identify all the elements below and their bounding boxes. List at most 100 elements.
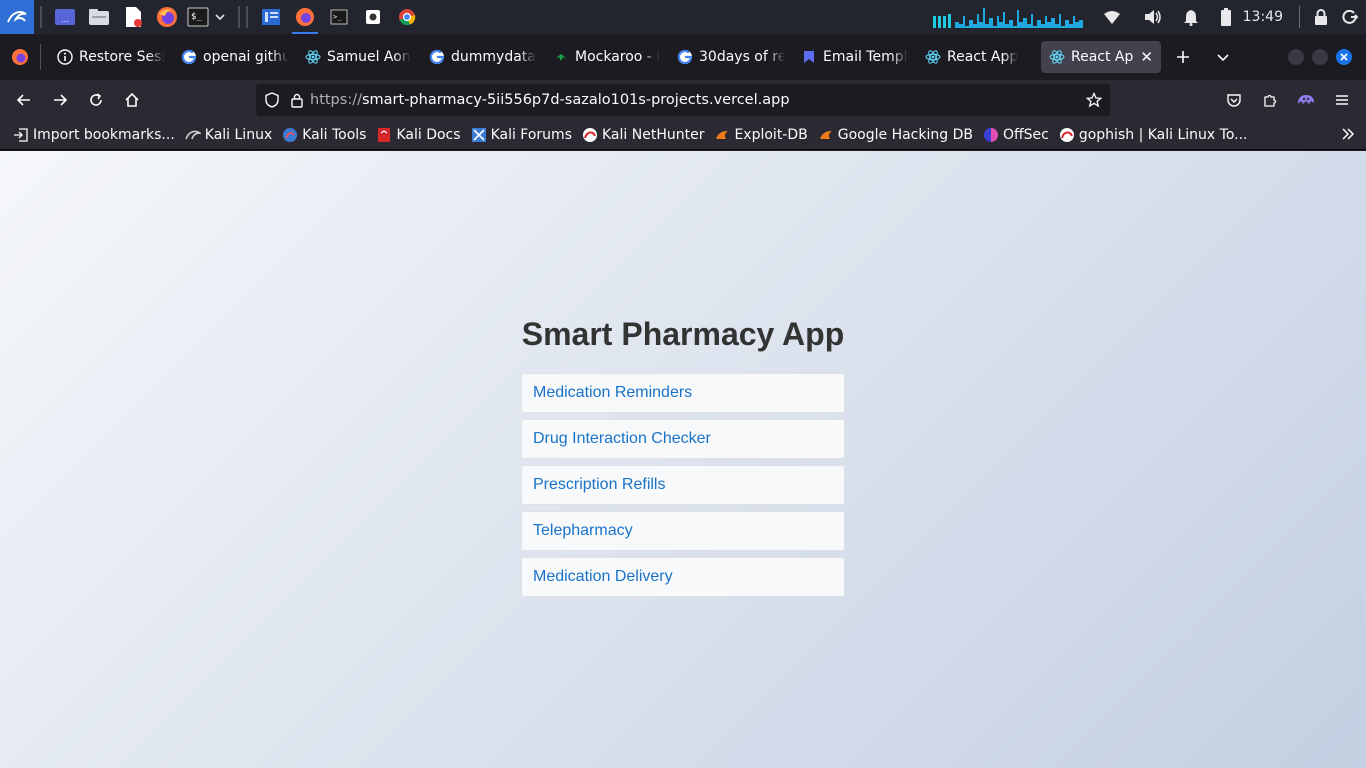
bookmark-label: OffSec [1002,126,1049,143]
window-screenshot-tool[interactable] [356,0,390,34]
lock-screen-button[interactable] [1314,9,1328,25]
window-controls [1284,49,1356,65]
back-button[interactable] [6,84,42,116]
logout-button[interactable] [1342,9,1358,25]
react-icon [1049,49,1065,65]
plus-icon [1177,51,1189,63]
home-icon [125,92,139,107]
firefox-launcher-button[interactable] [150,0,184,34]
bookmark-gophish[interactable]: gophish | Kali Linux To... [1054,123,1253,147]
list-all-tabs-button[interactable] [1207,41,1239,73]
notifications-indicator[interactable] [1183,8,1199,26]
telepharmacy-link[interactable]: Telepharmacy [533,522,633,540]
taskbar-separator [40,6,42,28]
hamburger-menu-icon [1336,95,1348,105]
kali-dragon-icon [7,11,27,23]
drug-interaction-checker-link[interactable]: Drug Interaction Checker [533,430,711,448]
window-firefox[interactable] [288,0,322,34]
arrow-left-icon [16,94,30,106]
reload-button[interactable] [78,84,114,116]
cpu-graph-widget[interactable] [932,4,1085,30]
tab-samuel-aon[interactable]: Samuel Aon [297,41,421,73]
close-window-button[interactable] [1336,49,1352,65]
tab-30days-of-react[interactable]: 30days of re [669,41,793,73]
kali-menu-button[interactable] [0,0,34,34]
bookmark-google-hacking-db[interactable]: Google Hacking DB [813,123,978,147]
wifi-indicator[interactable] [1103,9,1121,25]
bookmark-label: Import bookmarks... [33,126,175,143]
bookmark-label: Kali Linux [204,126,273,143]
new-tab-button[interactable] [1167,41,1199,73]
tracking-protection-icon[interactable] [264,92,280,108]
feature-item-telepharmacy: Telepharmacy [521,511,845,551]
google-icon [677,49,693,65]
bookmark-import[interactable]: Import bookmarks... [8,123,180,147]
svg-text:>_: >_ [333,13,342,21]
text-editor-button[interactable] [116,0,150,34]
bookmark-kali-docs[interactable]: Kali Docs [371,123,465,147]
extensions-button[interactable] [1252,84,1288,116]
firefox-icon [296,8,314,26]
react-icon [925,49,941,65]
account-button[interactable] [1288,84,1324,116]
firefox-view-button[interactable] [0,41,40,73]
bookmark-kali-linux[interactable]: Kali Linux [180,123,277,147]
close-icon [1340,53,1348,61]
lock-icon[interactable] [290,92,304,108]
feature-list: Medication Reminders Drug Interaction Ch… [521,373,845,603]
tab-openai-github[interactable]: openai githu [173,41,297,73]
url-scheme: https:// [310,92,362,108]
email-template-icon [801,49,817,65]
bookmark-kali-nethunter[interactable]: Kali NetHunter [577,123,709,147]
workspace-switcher-button[interactable]: ... [48,0,82,34]
app-menu-button[interactable] [1324,84,1360,116]
home-button[interactable] [114,84,150,116]
address-bar[interactable]: https://smart-pharmacy-5ii556p7d-sazalo1… [256,84,1110,116]
bookmark-kali-tools[interactable]: Kali Tools [277,123,371,147]
clock[interactable]: 13:49 [1243,9,1283,25]
launcher-dropdown-button[interactable] [212,0,228,34]
forward-button[interactable] [42,84,78,116]
more-bookmarks-button[interactable] [1340,126,1356,142]
bookmark-kali-forums[interactable]: Kali Forums [466,123,577,147]
tab-mockaroo[interactable]: Mockaroo - I [545,41,669,73]
bookmark-label: gophish | Kali Linux To... [1078,126,1248,143]
tab-react-app-active[interactable]: React App ✕ [1041,41,1161,73]
medication-reminders-link[interactable]: Medication Reminders [533,384,692,402]
system-taskbar: ... $_ >_ 13:49 [0,0,1366,34]
feature-item-medication-delivery: Medication Delivery [521,557,845,597]
tab-react-app[interactable]: React App [917,41,1041,73]
window-panel-app[interactable] [254,0,288,34]
bookmark-offsec[interactable]: OffSec [978,123,1054,147]
volume-indicator[interactable] [1143,8,1163,26]
url-host: smart-pharmacy-5ii556p7d-sazalo101s-proj… [361,92,790,108]
tab-restore-session[interactable]: Restore Sess [49,41,173,73]
firefox-icon [12,49,28,65]
window-chrome[interactable] [390,0,424,34]
tab-dummydata[interactable]: dummydata [421,41,545,73]
medication-delivery-link[interactable]: Medication Delivery [533,568,673,586]
battery-indicator[interactable] [1220,8,1231,26]
url-text[interactable]: https://smart-pharmacy-5ii556p7d-sazalo1… [310,92,790,108]
feature-item-prescription-refills: Prescription Refills [521,465,845,505]
bookmark-star-icon[interactable] [1086,92,1102,108]
window-terminal[interactable]: >_ [322,0,356,34]
tab-email-templates[interactable]: Email Templ [793,41,917,73]
pocket-button[interactable] [1216,84,1252,116]
minimize-button[interactable] [1288,49,1304,65]
close-tab-icon[interactable]: ✕ [1140,48,1153,66]
bookmark-exploit-db[interactable]: Exploit-DB [709,123,812,147]
file-manager-button[interactable] [82,0,116,34]
bookmark-label: Google Hacking DB [837,126,973,143]
offsec-icon [983,127,999,143]
terminal-launcher-button[interactable]: $_ [184,0,212,34]
kali-forums-icon [471,127,487,143]
maximize-button[interactable] [1312,49,1328,65]
chevron-down-icon [1217,54,1229,62]
account-avatar-icon [1298,95,1314,104]
system-tray: 13:49 [925,0,1366,34]
tab-separator [40,44,41,70]
info-icon [57,49,73,65]
import-icon [13,127,29,143]
prescription-refills-link[interactable]: Prescription Refills [533,476,665,494]
